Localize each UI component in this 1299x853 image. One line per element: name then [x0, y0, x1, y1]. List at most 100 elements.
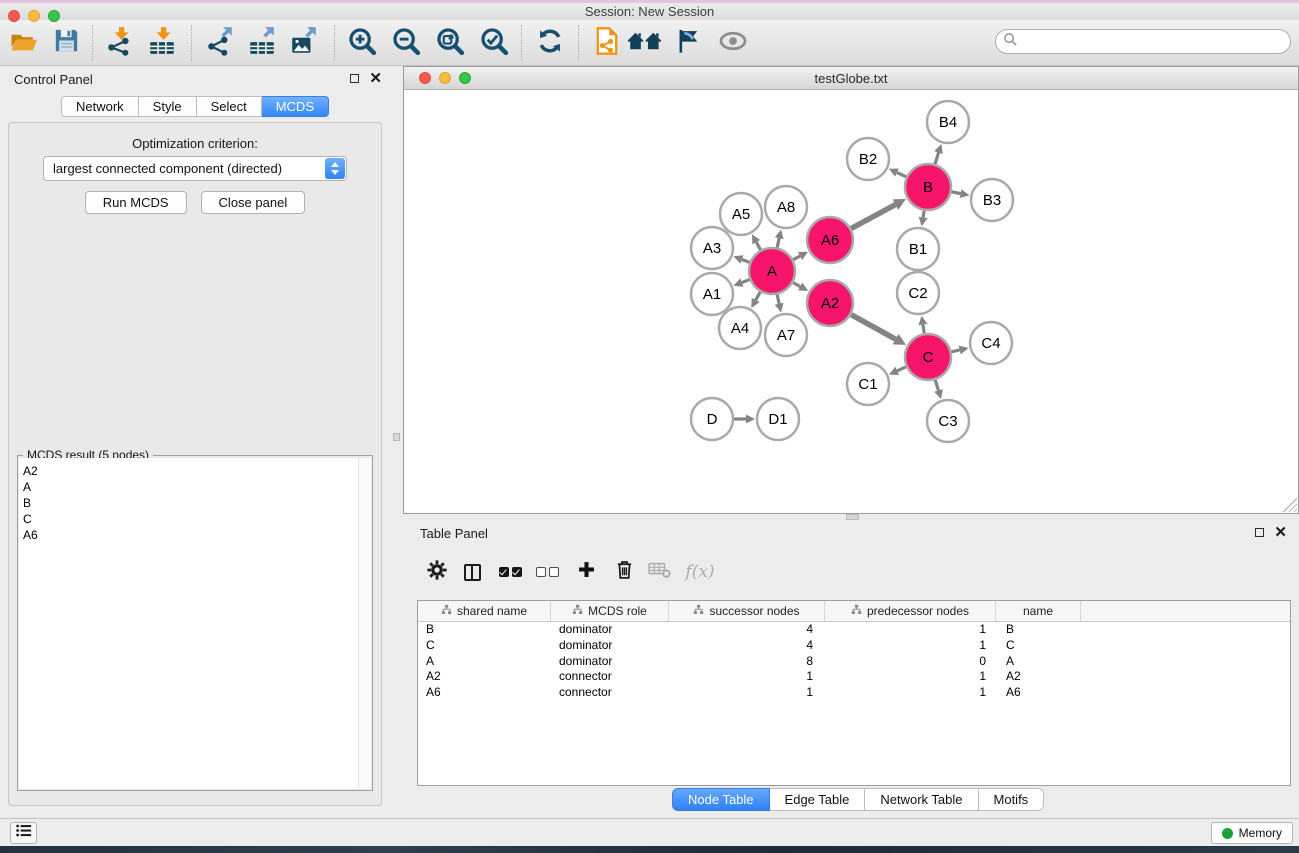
edge-B-B2[interactable] [889, 168, 906, 176]
tab-style[interactable]: Style [139, 96, 197, 117]
zoom-selected-button[interactable] [476, 26, 512, 60]
delete-column-button[interactable] [608, 556, 640, 588]
table-row-a6[interactable]: A6connector11A6 [418, 685, 1290, 701]
edge-A-A4[interactable] [751, 292, 760, 308]
minimize-window-button[interactable] [28, 10, 40, 22]
edge-D-D1[interactable] [734, 415, 755, 424]
result-item-c[interactable]: C [23, 511, 371, 527]
zoom-view-button[interactable] [459, 72, 471, 84]
tab-edge-table[interactable]: Edge Table [770, 788, 866, 811]
graph-node-B[interactable]: B [905, 164, 951, 210]
table-row-b[interactable]: Bdominator41B [418, 622, 1290, 638]
column-header-name[interactable]: name [996, 601, 1081, 621]
result-list-scrollbar[interactable] [358, 458, 371, 789]
edge-A-A2[interactable] [793, 283, 808, 291]
table-row-a2[interactable]: A2connector11A2 [418, 669, 1290, 685]
zoom-out-button[interactable] [388, 26, 424, 60]
graph-node-C2[interactable]: C2 [897, 272, 939, 314]
table-settings-button[interactable] [421, 556, 453, 588]
graph-node-C[interactable]: C [905, 334, 951, 380]
graph-node-B4[interactable]: B4 [927, 101, 969, 143]
float-panel-icon[interactable] [350, 74, 359, 83]
tab-node-table[interactable]: Node Table [672, 788, 770, 811]
delete-table-button[interactable] [644, 556, 676, 588]
column-header-mcds-role[interactable]: MCDS role [551, 601, 669, 621]
export-table-button[interactable] [244, 26, 280, 60]
task-history-button[interactable] [10, 822, 37, 844]
column-header-shared-name[interactable]: shared name [418, 601, 551, 621]
close-panel-icon[interactable]: ✕ [369, 73, 382, 84]
criterion-dropdown[interactable]: largest connected component (directed) [43, 156, 347, 181]
import-network-button[interactable] [102, 26, 138, 60]
result-item-b[interactable]: B [23, 495, 371, 511]
column-header-successor-nodes[interactable]: successor nodes [669, 601, 825, 621]
graph-node-A1[interactable]: A1 [691, 273, 733, 315]
graph-node-B1[interactable]: B1 [897, 228, 939, 270]
show-columns-button[interactable] [456, 556, 488, 588]
graph-node-C1[interactable]: C1 [847, 363, 889, 405]
run-mcds-button[interactable]: Run MCDS [85, 191, 187, 214]
save-session-button[interactable] [48, 26, 84, 60]
graph-node-D[interactable]: D [691, 398, 733, 440]
graph-node-A[interactable]: A [749, 248, 795, 294]
edge-C-C4[interactable] [951, 346, 968, 355]
window-resize-grip[interactable] [1283, 498, 1297, 512]
edge-B-B4[interactable] [934, 144, 943, 164]
divider-handle[interactable] [393, 433, 400, 441]
network-canvas[interactable]: B4B2BB3A8A5A6A3B1AA1C2A2A4A7C4CC1C3DD1 [404, 91, 1298, 513]
edge-B-B1[interactable] [919, 211, 928, 227]
search-input[interactable] [1018, 33, 1290, 51]
search-field[interactable] [995, 29, 1291, 54]
result-item-a2[interactable]: A2 [23, 463, 371, 479]
column-header-predecessor-nodes[interactable]: predecessor nodes [825, 601, 996, 621]
graph-node-A8[interactable]: A8 [765, 186, 807, 228]
refresh-button[interactable] [532, 26, 568, 60]
graph-node-B3[interactable]: B3 [971, 179, 1013, 221]
vertical-split-divider[interactable] [390, 66, 403, 818]
memory-button[interactable]: Memory [1211, 822, 1293, 844]
graph-node-A7[interactable]: A7 [765, 314, 807, 356]
edge-A-A8[interactable] [775, 229, 784, 247]
node-table[interactable]: shared nameMCDS rolesuccessor nodesprede… [417, 600, 1291, 786]
new-network-from-file-button[interactable] [589, 26, 625, 60]
edge-A-A6[interactable] [793, 252, 808, 260]
edge-A-A1[interactable] [733, 278, 749, 286]
edge-A2-C[interactable] [851, 315, 906, 345]
deselect-all-button[interactable] [531, 556, 563, 588]
select-all-button[interactable] [494, 556, 526, 588]
edge-A6-B[interactable] [851, 199, 906, 229]
function-builder-button[interactable]: f(x) [684, 556, 716, 588]
edge-B-B3[interactable] [952, 189, 970, 198]
close-view-button[interactable] [419, 72, 431, 84]
graph-node-A5[interactable]: A5 [720, 193, 762, 235]
open-session-button[interactable] [6, 26, 42, 60]
export-network-button[interactable] [202, 26, 238, 60]
edge-C-C1[interactable] [889, 367, 906, 375]
close-panel-icon[interactable]: ✕ [1274, 527, 1287, 538]
graph-node-D1[interactable]: D1 [757, 398, 799, 440]
result-item-a[interactable]: A [23, 479, 371, 495]
zoom-in-button[interactable] [344, 26, 380, 60]
show-hide-button[interactable] [715, 26, 751, 60]
graph-node-A2[interactable]: A2 [807, 280, 853, 326]
table-row-c[interactable]: Cdominator41C [418, 638, 1290, 654]
edge-A-A3[interactable] [733, 255, 749, 263]
minimize-view-button[interactable] [439, 72, 451, 84]
edge-A-A5[interactable] [752, 234, 761, 250]
export-image-button[interactable] [286, 26, 322, 60]
fit-content-button[interactable] [432, 26, 468, 60]
tab-network[interactable]: Network [61, 96, 139, 117]
home-button[interactable] [627, 26, 663, 60]
tab-motifs[interactable]: Motifs [979, 788, 1045, 811]
edge-C-C3[interactable] [934, 380, 943, 399]
zoom-window-button[interactable] [48, 10, 60, 22]
edge-A-A7[interactable] [775, 294, 784, 312]
style-flag-button[interactable] [671, 26, 707, 60]
close-panel-button[interactable]: Close panel [201, 191, 306, 214]
edge-C-C2[interactable] [918, 316, 927, 334]
tab-network-table[interactable]: Network Table [865, 788, 978, 811]
table-row-a[interactable]: Adominator80A [418, 654, 1290, 670]
close-window-button[interactable] [8, 10, 20, 22]
graph-node-B2[interactable]: B2 [847, 138, 889, 180]
graph-node-C3[interactable]: C3 [927, 400, 969, 442]
